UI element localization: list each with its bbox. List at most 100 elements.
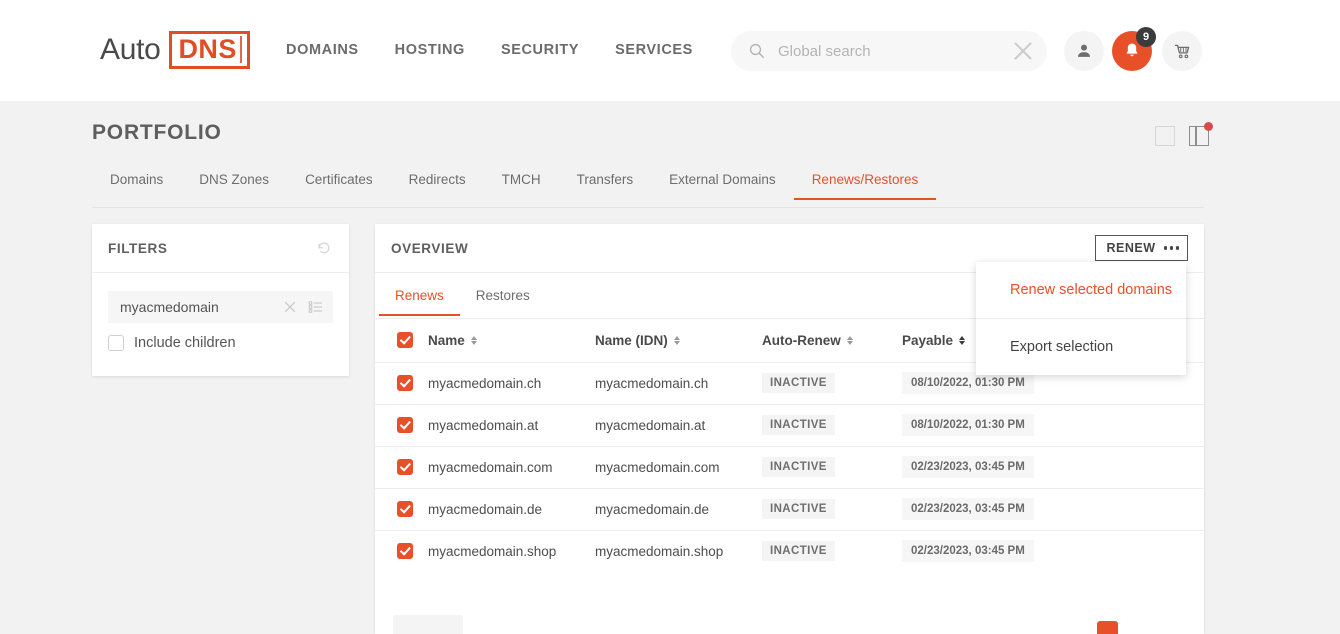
column-header-auto-renew[interactable]: Auto-Renew bbox=[762, 319, 902, 362]
sort-icon[interactable] bbox=[846, 335, 853, 345]
column-header-name-label: Name bbox=[428, 332, 465, 348]
row-auto-renew: INACTIVE bbox=[762, 487, 902, 530]
table-row[interactable]: myacmedomain.com myacmedomain.com INACTI… bbox=[375, 445, 1204, 488]
payable-date: 02/23/2023, 03:45 PM bbox=[902, 540, 1034, 563]
row-checkbox[interactable] bbox=[397, 417, 413, 433]
row-name-idn: myacmedomain.at bbox=[595, 403, 762, 446]
row-name-idn: myacmedomain.shop bbox=[595, 529, 762, 572]
table-row[interactable]: myacmedomain.shop myacmedomain.shop INAC… bbox=[375, 529, 1204, 572]
overview-title: OVERVIEW bbox=[391, 240, 469, 256]
payable-date: 08/10/2022, 01:30 PM bbox=[902, 414, 1034, 436]
row-select-cell[interactable] bbox=[375, 403, 428, 446]
row-checkbox[interactable] bbox=[397, 543, 413, 560]
row-spacer bbox=[1092, 487, 1204, 530]
row-checkbox[interactable] bbox=[397, 459, 413, 475]
tab-transfers[interactable]: Transfers bbox=[559, 172, 652, 199]
nav-item-services[interactable]: SERVICES bbox=[615, 42, 693, 58]
column-header-payable-label: Payable bbox=[902, 332, 954, 348]
tab-redirects[interactable]: Redirects bbox=[391, 172, 484, 199]
row-name: myacmedomain.shop bbox=[428, 529, 595, 572]
logo-auto-text: Auto bbox=[100, 33, 161, 66]
table-row[interactable]: myacmedomain.de myacmedomain.de INACTIVE… bbox=[375, 487, 1204, 530]
row-payable: 02/23/2023, 03:45 PM bbox=[902, 529, 1092, 572]
logo[interactable]: Auto DNS bbox=[100, 31, 250, 69]
row-name-idn: myacmedomain.de bbox=[595, 487, 762, 530]
column-header-auto-renew-label: Auto-Renew bbox=[762, 332, 841, 348]
tab-dns-zones[interactable]: DNS Zones bbox=[181, 172, 287, 199]
payable-date: 02/23/2023, 03:45 PM bbox=[902, 498, 1034, 520]
include-children-checkbox[interactable] bbox=[108, 335, 124, 351]
menu-item-renew-selected-domains[interactable]: Renew selected domains bbox=[976, 262, 1186, 318]
row-select-cell[interactable] bbox=[375, 445, 428, 488]
row-name: myacmedomain.at bbox=[428, 403, 595, 446]
cart-button[interactable] bbox=[1162, 31, 1202, 71]
reset-icon[interactable] bbox=[315, 239, 333, 257]
nav-item-domains[interactable]: DOMAINS bbox=[286, 42, 359, 58]
tab-renews-restores[interactable]: Renews/Restores bbox=[793, 172, 937, 200]
notification-badge-count: 9 bbox=[1136, 27, 1156, 47]
global-search-bar[interactable] bbox=[731, 31, 1047, 71]
tab-tmch[interactable]: TMCH bbox=[484, 172, 559, 199]
user-icon bbox=[1078, 44, 1090, 57]
include-children-row[interactable]: Include children bbox=[108, 335, 333, 351]
top-header-bar: Auto DNS DOMAINS HOSTING SECURITY SERVIC… bbox=[0, 0, 1340, 101]
notifications-button[interactable]: 9 bbox=[1112, 27, 1156, 71]
pagination-current-page[interactable] bbox=[1097, 621, 1118, 634]
row-auto-renew: INACTIVE bbox=[762, 529, 902, 572]
tab-domains[interactable]: Domains bbox=[92, 172, 181, 199]
sort-icon[interactable] bbox=[673, 335, 680, 345]
payable-date: 08/10/2022, 01:30 PM bbox=[902, 372, 1034, 394]
more-options-icon[interactable] bbox=[1163, 246, 1179, 250]
list-options-icon[interactable] bbox=[307, 298, 325, 316]
logo-dns-text: DNS bbox=[178, 34, 237, 64]
sub-tab-renews[interactable]: Renews bbox=[379, 273, 460, 316]
nav-item-hosting[interactable]: HOSTING bbox=[395, 42, 465, 58]
row-name-idn: myacmedomain.com bbox=[595, 445, 762, 488]
renew-button[interactable]: RENEW bbox=[1095, 235, 1188, 261]
row-auto-renew: INACTIVE bbox=[762, 445, 902, 488]
row-select-cell[interactable] bbox=[375, 487, 428, 530]
row-checkbox[interactable] bbox=[397, 375, 413, 391]
filters-panel: FILTERS myacmedomain Include children bbox=[92, 224, 349, 376]
row-spacer bbox=[1092, 529, 1204, 572]
filter-query-field[interactable]: myacmedomain bbox=[108, 291, 333, 323]
table-row[interactable]: myacmedomain.at myacmedomain.at INACTIVE… bbox=[375, 403, 1204, 446]
select-all-checkbox[interactable] bbox=[397, 332, 413, 349]
row-auto-renew: INACTIVE bbox=[762, 361, 902, 404]
sub-tab-restores[interactable]: Restores bbox=[460, 273, 546, 315]
tab-external-domains[interactable]: External Domains bbox=[651, 172, 794, 199]
status-badge: INACTIVE bbox=[762, 457, 835, 477]
column-header-name[interactable]: Name bbox=[428, 319, 595, 362]
close-icon[interactable] bbox=[1008, 36, 1038, 66]
sort-icon[interactable] bbox=[470, 335, 477, 345]
table-footer bbox=[375, 607, 1204, 634]
logo-dns-box: DNS bbox=[168, 31, 250, 69]
status-badge: INACTIVE bbox=[762, 415, 835, 435]
row-payable: 08/10/2022, 01:30 PM bbox=[902, 403, 1092, 446]
renew-dropdown-menu: Renew selected domains Export selection bbox=[976, 262, 1186, 375]
row-spacer bbox=[1092, 445, 1204, 488]
row-name-idn: myacmedomain.ch bbox=[595, 361, 762, 404]
row-select-cell[interactable] bbox=[375, 361, 428, 404]
row-checkbox[interactable] bbox=[397, 501, 413, 517]
user-account-button[interactable] bbox=[1064, 31, 1104, 71]
page-title: PORTFOLIO bbox=[92, 121, 222, 144]
row-payable: 02/23/2023, 03:45 PM bbox=[902, 445, 1092, 488]
nav-item-security[interactable]: SECURITY bbox=[501, 42, 579, 58]
select-all-header[interactable] bbox=[375, 319, 428, 362]
menu-item-export-selection[interactable]: Export selection bbox=[976, 319, 1186, 375]
row-name: myacmedomain.de bbox=[428, 487, 595, 530]
filters-header: FILTERS bbox=[92, 224, 349, 273]
sort-icon-active[interactable] bbox=[959, 335, 966, 345]
renew-button-label: RENEW bbox=[1106, 241, 1156, 255]
search-input[interactable] bbox=[778, 42, 1008, 60]
split-pane-view-icon[interactable] bbox=[1189, 122, 1213, 146]
payable-date: 02/23/2023, 03:45 PM bbox=[902, 456, 1034, 478]
single-pane-view-icon[interactable] bbox=[1155, 126, 1175, 146]
tab-certificates[interactable]: Certificates bbox=[287, 172, 391, 199]
filter-query-value: myacmedomain bbox=[120, 299, 219, 315]
column-header-name-idn[interactable]: Name (IDN) bbox=[595, 319, 762, 362]
close-icon[interactable] bbox=[281, 298, 299, 316]
row-name: myacmedomain.com bbox=[428, 445, 595, 488]
row-select-cell[interactable] bbox=[375, 529, 428, 572]
